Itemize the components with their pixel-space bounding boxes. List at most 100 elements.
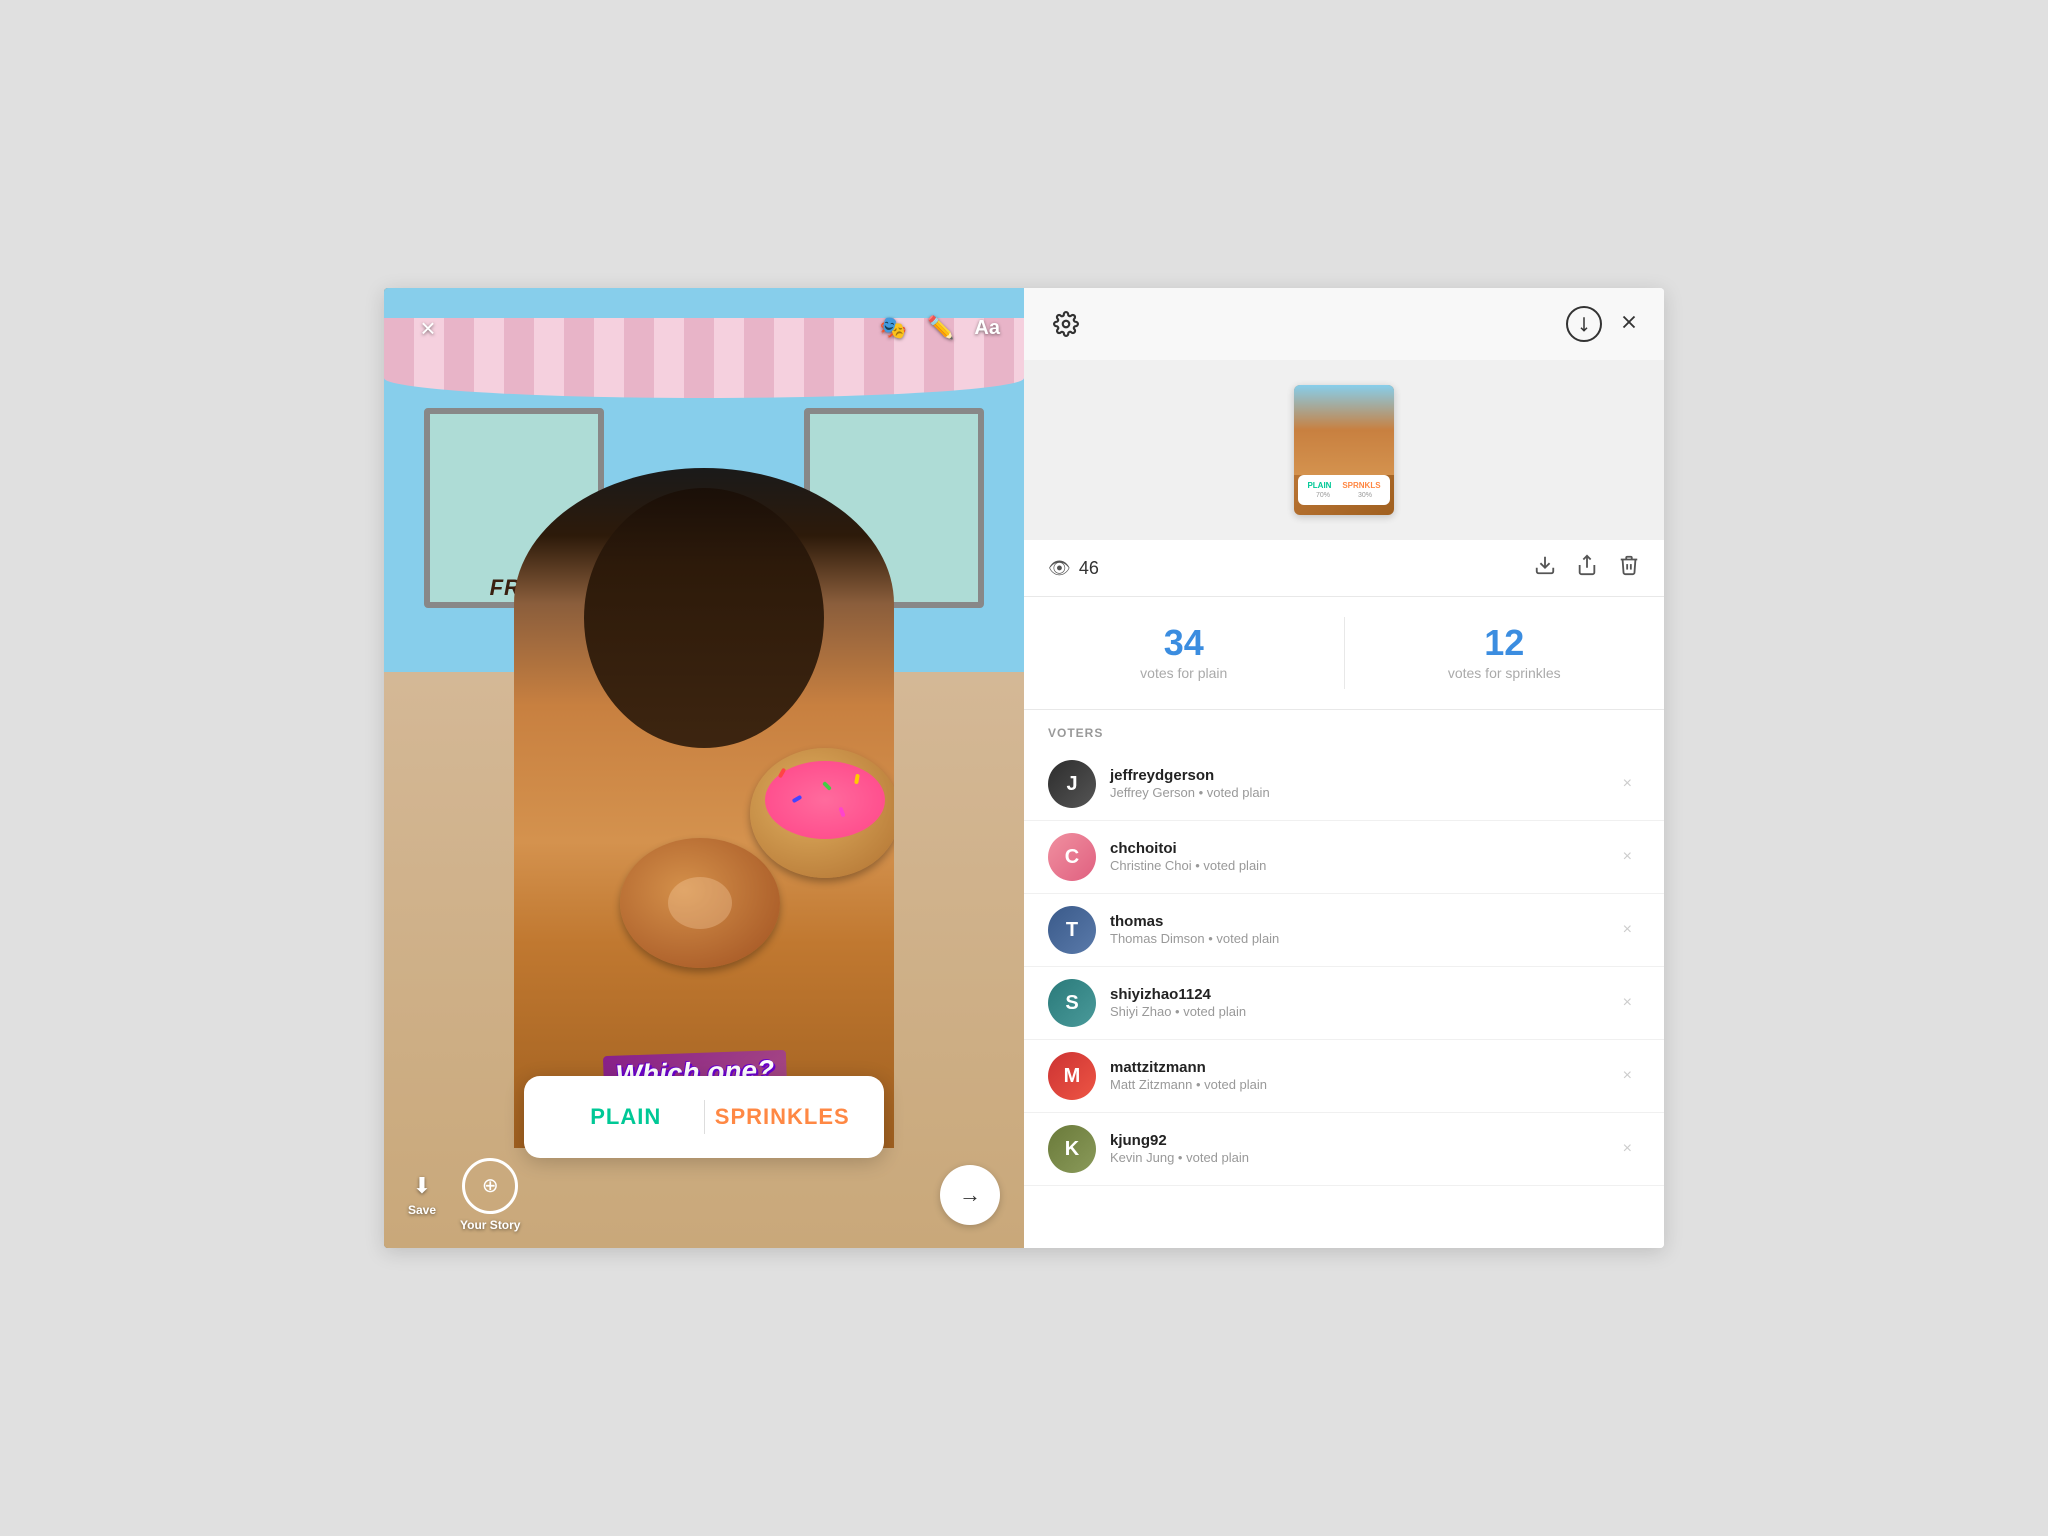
arrow-right-icon: → <box>959 1182 981 1208</box>
story-insights-panel: PLAIN SPRNKLS 70% 30% 👁 46 <box>1024 288 1664 1248</box>
voter-detail: Kevin Jung • voted plain <box>1110 1150 1615 1167</box>
poll-option-sprinkles[interactable]: SPRINKLES <box>705 1096 861 1138</box>
plus-icon: ⊕ <box>482 1176 499 1196</box>
votes-section: 34 votes for plain 12 votes for sprinkle… <box>1024 597 1664 710</box>
voter-row[interactable]: JjeffreydgersonJeffrey Gerson • voted pl… <box>1024 748 1664 821</box>
story-thumbnail[interactable]: PLAIN SPRNKLS 70% 30% <box>1294 385 1394 515</box>
voter-username: shiyizhao1124 <box>1110 985 1615 1005</box>
draw-tool-icon[interactable]: ✏️ <box>927 315 954 341</box>
sprinkles-vote-number: 12 <box>1345 625 1665 661</box>
voters-list: JjeffreydgersonJeffrey Gerson • voted pl… <box>1024 748 1664 1186</box>
voter-avatar: J <box>1048 760 1096 808</box>
voter-info: shiyizhao1124Shiyi Zhao • voted plain <box>1110 985 1615 1021</box>
voters-header: VOTERS <box>1024 710 1664 748</box>
gear-icon <box>1053 311 1079 337</box>
app-container: DELICIO FRESH PIES <box>384 288 1664 1248</box>
download-icon: ⬇ <box>413 1173 431 1199</box>
voter-remove-button[interactable]: × <box>1615 917 1640 943</box>
share-action-button[interactable] <box>1576 554 1598 582</box>
thumb-poll-overlay: PLAIN SPRNKLS 70% 30% <box>1298 475 1390 505</box>
views-number: 46 <box>1079 558 1099 579</box>
share-icon <box>1576 554 1598 576</box>
top-right-actions <box>1566 306 1640 342</box>
plain-vote-number: 34 <box>1024 625 1344 661</box>
voter-row[interactable]: Sshiyizhao1124Shiyi Zhao • voted plain× <box>1024 967 1664 1040</box>
settings-button[interactable] <box>1048 306 1084 342</box>
sprinkle-4 <box>854 774 860 785</box>
sticker-tool-icon[interactable]: 🎭 <box>880 315 907 341</box>
voter-row[interactable]: CchchoitoiChristine Choi • voted plain× <box>1024 821 1664 894</box>
voter-info: jeffreydgersonJeffrey Gerson • voted pla… <box>1110 766 1615 802</box>
your-story-action[interactable]: ⊕ Your Story <box>460 1158 520 1232</box>
story-circle-button[interactable]: ⊕ <box>462 1158 518 1214</box>
thumb-vote-numbers: 70% 30% <box>1302 492 1386 499</box>
story-tools: 🎭 ✏️ Aa <box>880 315 1000 341</box>
plain-donut <box>620 838 780 968</box>
voters-section: VOTERS JjeffreydgersonJeffrey Gerson • v… <box>1024 710 1664 1248</box>
voter-username: mattzitzmann <box>1110 1058 1615 1078</box>
save-action[interactable]: ⬇ Save <box>408 1173 436 1217</box>
voter-info: mattzitzmannMatt Zitzmann • voted plain <box>1110 1058 1615 1094</box>
voter-remove-button[interactable]: × <box>1615 771 1640 797</box>
thumb-bg <box>1294 385 1394 475</box>
plain-vote-label: votes for plain <box>1024 665 1344 681</box>
save-label: Save <box>408 1203 436 1217</box>
person-face <box>584 488 824 748</box>
voter-detail: Matt Zitzmann • voted plain <box>1110 1077 1615 1094</box>
plain-votes-col: 34 votes for plain <box>1024 617 1345 689</box>
your-story-label: Your Story <box>460 1218 520 1232</box>
voter-username: jeffreydgerson <box>1110 766 1615 786</box>
voter-username: kjung92 <box>1110 1131 1615 1151</box>
download-icon <box>1534 554 1556 576</box>
download-action-button[interactable] <box>1534 554 1556 582</box>
archive-button[interactable] <box>1566 306 1602 342</box>
views-bar: 👁 46 <box>1024 540 1664 597</box>
voter-avatar: T <box>1048 906 1096 954</box>
voter-row[interactable]: Kkjung92Kevin Jung • voted plain× <box>1024 1113 1664 1186</box>
voter-avatar: C <box>1048 833 1096 881</box>
donut-group <box>620 748 894 968</box>
voter-username: chchoitoi <box>1110 839 1615 859</box>
archive-icon <box>1575 315 1593 333</box>
voter-row[interactable]: TthomasThomas Dimson • voted plain× <box>1024 894 1664 967</box>
close-story-button[interactable] <box>1618 311 1640 338</box>
voter-remove-button[interactable]: × <box>1615 1136 1640 1162</box>
next-button[interactable]: → <box>940 1165 1000 1225</box>
text-tool-icon[interactable]: Aa <box>974 317 1000 340</box>
thumb-plain-count: 70% <box>1316 492 1330 499</box>
thumb-plain-label: PLAIN <box>1307 481 1331 490</box>
insights-top-bar <box>1024 288 1664 360</box>
voter-detail: Thomas Dimson • voted plain <box>1110 931 1615 948</box>
voter-avatar: K <box>1048 1125 1096 1173</box>
voter-info: thomasThomas Dimson • voted plain <box>1110 912 1615 948</box>
voter-username: thomas <box>1110 912 1615 932</box>
story-editor-panel: DELICIO FRESH PIES <box>384 288 1024 1248</box>
views-action-buttons <box>1534 554 1640 582</box>
voter-avatar: S <box>1048 979 1096 1027</box>
sprinkle-2 <box>822 781 832 791</box>
delete-action-button[interactable] <box>1618 554 1640 582</box>
story-bottom-bar: ⬇ Save ⊕ Your Story → <box>384 1142 1024 1248</box>
poll-option-plain[interactable]: PLAIN <box>548 1096 704 1138</box>
trash-icon <box>1618 554 1640 576</box>
voter-detail: Jeffrey Gerson • voted plain <box>1110 785 1615 802</box>
voter-row[interactable]: MmattzitzmannMatt Zitzmann • voted plain… <box>1024 1040 1664 1113</box>
sprinkles-vote-label: votes for sprinkles <box>1345 665 1665 681</box>
close-icon <box>1618 311 1640 333</box>
story-background: DELICIO FRESH PIES <box>384 288 1024 1248</box>
sprinkles-votes-col: 12 votes for sprinkles <box>1345 617 1665 689</box>
sprinkles-donut <box>750 748 894 878</box>
eye-icon: 👁 <box>1048 558 1071 579</box>
thumb-sprinkles-label: SPRNKLS <box>1342 481 1380 490</box>
poll-options: PLAIN SPRINKLES <box>548 1096 860 1138</box>
story-bottom-actions: ⬇ Save ⊕ Your Story <box>408 1158 520 1232</box>
thumb-poll-options: PLAIN SPRNKLS <box>1302 481 1386 490</box>
voter-remove-button[interactable]: × <box>1615 1063 1640 1089</box>
voter-remove-button[interactable]: × <box>1615 844 1640 870</box>
thumb-sprinkles-count: 30% <box>1358 492 1372 499</box>
sprinkle-3 <box>792 794 803 802</box>
close-button[interactable]: × <box>408 308 448 348</box>
views-count: 👁 46 <box>1048 558 1099 579</box>
voter-remove-button[interactable]: × <box>1615 990 1640 1016</box>
story-top-bar: × 🎭 ✏️ Aa <box>384 288 1024 368</box>
